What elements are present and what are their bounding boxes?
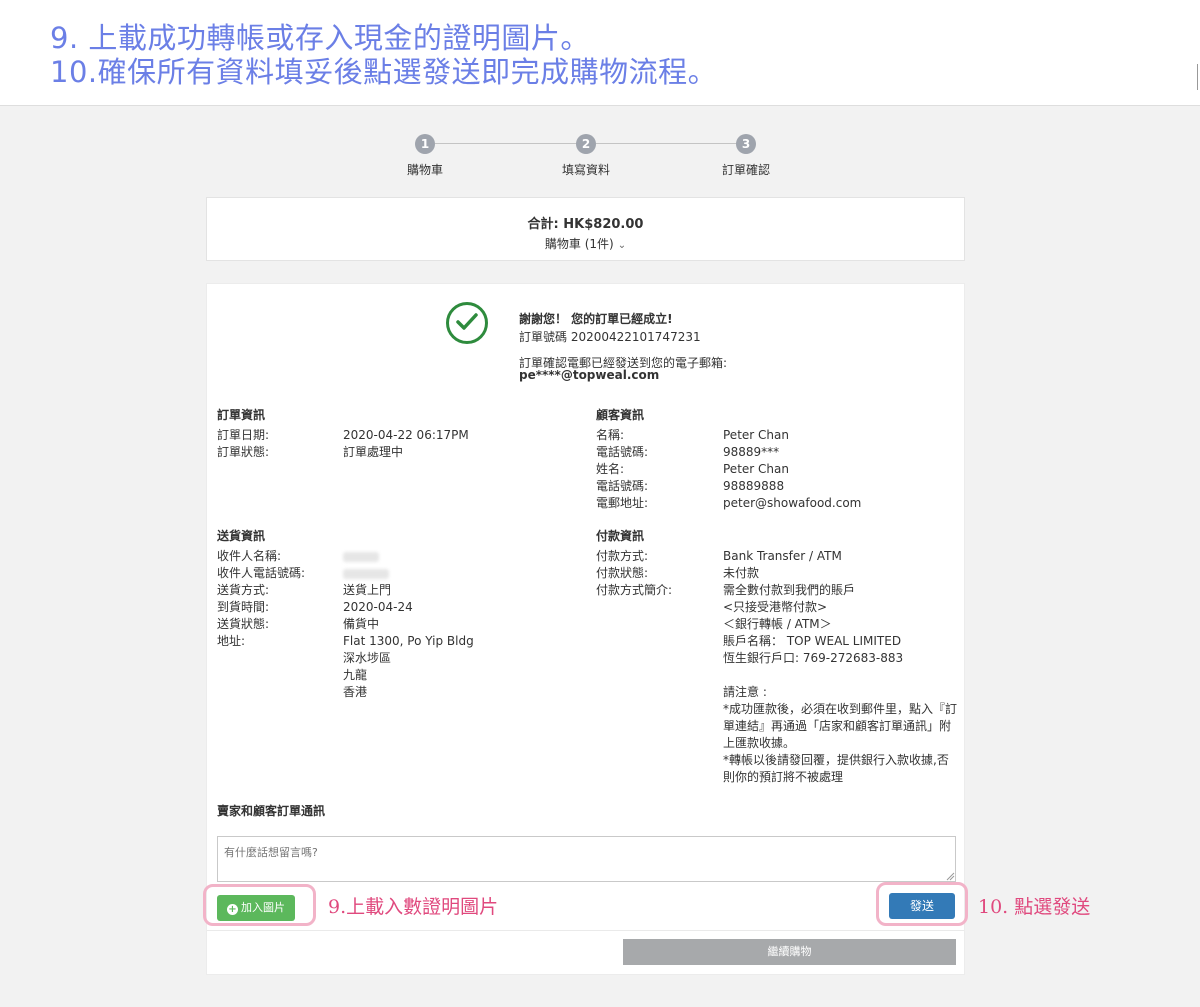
step-number: 3 — [736, 134, 756, 154]
address-line: 香港 — [343, 685, 368, 699]
recipient-name-redacted — [343, 548, 474, 565]
payment-desc-line: ＜銀行轉帳 / ATM＞ — [723, 617, 832, 631]
field-value: Bank Transfer / ATM — [723, 549, 842, 563]
divider — [207, 930, 964, 931]
step-label: 購物車 — [406, 163, 444, 177]
payment-desc-line: 則你的預訂將不被處理 — [723, 770, 844, 784]
field-label: 訂單日期: — [217, 428, 270, 442]
payment-info-values: Bank Transfer / ATM 未付款 需全數付款到我們的賬戶 <只接受… — [723, 548, 959, 786]
field-label: 姓名: — [596, 462, 625, 476]
success-check-icon — [446, 302, 488, 344]
address-line: 深水埗區 — [343, 651, 392, 665]
payment-desc-line: 單連結』再通過「店家和顧客訂單通訊」附 — [723, 719, 952, 733]
continue-shopping-button[interactable]: 繼續購物 — [623, 939, 956, 965]
field-value: 送貨上門 — [343, 583, 392, 597]
payment-desc-line: *成功匯款後，必須在收到郵件里，點入『訂 — [723, 702, 958, 716]
step-label: 訂單確認 — [721, 163, 771, 177]
upload-annotation: 9.上載入數證明圖片 — [328, 896, 499, 918]
field-label: 電話號碼: — [596, 479, 649, 493]
address-line: 九龍 — [343, 668, 368, 682]
field-label: 地址: — [217, 634, 246, 648]
field-value: 未付款 — [723, 566, 760, 580]
field-value: 98889*** — [723, 445, 780, 459]
delivery-info-labels: 收件人名稱: 收件人電話號碼: 送貨方式: 到貨時間: 送貨狀態: 地址: — [217, 548, 337, 650]
resize-grip-icon[interactable] — [945, 871, 955, 881]
field-label: 收件人電話號碼: — [217, 566, 306, 580]
thank-you-message: 謝謝您！ 您的訂單已經成立! — [519, 312, 673, 326]
delivery-info-title: 送貨資訊 — [217, 529, 266, 543]
field-value: Peter Chan — [723, 462, 789, 476]
send-highlight-box — [876, 882, 968, 926]
chevron-down-icon: ⌄ — [617, 240, 627, 251]
step-order-confirm: 3 訂單確認 — [722, 134, 770, 177]
payment-desc-line: 請注意 : — [723, 685, 767, 699]
order-confirmation-card: 謝謝您！ 您的訂單已經成立! 訂單號碼 20200422101747231 訂單… — [206, 283, 965, 975]
order-total: 合計: HK$820.00 — [527, 217, 644, 232]
instruction-banner: 9. 上載成功轉帳或存入現金的證明圖片。 10.確保所有資料填妥後點選發送即完成… — [0, 0, 1200, 106]
field-value: 訂單處理中 — [343, 445, 404, 459]
order-summary-card: 合計: HK$820.00 購物車 (1件) ⌄ — [206, 197, 965, 261]
payment-info-labels: 付款方式: 付款狀態: 付款方式簡介: — [596, 548, 716, 599]
customer-info-title: 顧客資訊 — [596, 408, 645, 422]
recipient-phone-redacted — [343, 565, 474, 582]
customer-info-labels: 名稱: 電話號碼: 姓名: 電話號碼: 電郵地址: — [596, 427, 716, 512]
payment-desc-line: 上匯款收據。 — [723, 736, 796, 750]
field-label: 送貨狀態: — [217, 617, 270, 631]
step-number: 2 — [576, 134, 596, 154]
payment-info-title: 付款資訊 — [596, 529, 645, 543]
order-info-labels: 訂單日期: 訂單狀態: — [217, 427, 337, 461]
field-label: 名稱: — [596, 428, 625, 442]
send-annotation: 10. 點選發送 — [978, 896, 1091, 918]
instruction-line-1: 9. 上載成功轉帳或存入現金的證明圖片。 — [50, 21, 590, 55]
instruction-line-2: 10.確保所有資料填妥後點選發送即完成購物流程。 — [50, 55, 718, 89]
field-label: 到貨時間: — [217, 600, 270, 614]
field-value: 需全數付款到我們的賬戶 — [723, 583, 856, 597]
delivery-info-values: 送貨上門 2020-04-24 備貨中 Flat 1300, Po Yip Bl… — [343, 548, 474, 701]
upload-highlight-box — [203, 884, 316, 926]
field-label: 付款方式: — [596, 549, 649, 563]
step-connector — [596, 143, 737, 144]
field-label: 電郵地址: — [596, 496, 649, 510]
payment-desc-line: 賬戶名稱： TOP WEAL LIMITED — [723, 634, 902, 648]
field-label: 送貨方式: — [217, 583, 270, 597]
field-value: peter@showafood.com — [723, 496, 862, 510]
payment-desc-line — [723, 667, 959, 684]
step-number: 1 — [415, 134, 435, 154]
masked-email: pe****@topweal.com — [519, 368, 660, 382]
field-value: 98889888 — [723, 479, 785, 493]
field-label: 收件人名稱: — [217, 549, 282, 563]
cart-count-label: 購物車 (1件) — [544, 237, 614, 251]
field-label: 付款方式簡介: — [596, 583, 673, 597]
step-label: 填寫資料 — [561, 163, 611, 177]
payment-desc-line: *轉帳以後請發回覆，提供銀行入款收據,否 — [723, 753, 949, 767]
cart-toggle[interactable]: 購物車 (1件) ⌄ — [207, 235, 964, 252]
customer-info-values: Peter Chan 98889*** Peter Chan 98889888 … — [723, 427, 861, 512]
order-info-title: 訂單資訊 — [217, 408, 266, 422]
checkout-progress-steps: 1 購物車 2 填寫資料 3 訂單確認 — [0, 130, 1200, 180]
field-label: 電話號碼: — [596, 445, 649, 459]
field-value: Flat 1300, Po Yip Bldg — [343, 634, 474, 648]
step-connector — [435, 143, 577, 144]
message-input[interactable] — [217, 836, 956, 882]
field-value: 2020-04-22 06:17PM — [343, 428, 469, 442]
field-value: 2020-04-24 — [343, 600, 413, 614]
payment-desc-line: <只接受港幣付款> — [723, 600, 828, 614]
step-cart: 1 購物車 — [407, 134, 443, 177]
payment-desc-line: 恆生銀行戶口: 769-272683-883 — [723, 651, 904, 665]
order-number: 訂單號碼 20200422101747231 — [519, 330, 701, 344]
step-fill-info: 2 填寫資料 — [562, 134, 610, 177]
field-value: 備貨中 — [343, 617, 380, 631]
field-label: 訂單狀態: — [217, 445, 270, 459]
field-value: Peter Chan — [723, 428, 789, 442]
order-info-values: 2020-04-22 06:17PM 訂單處理中 — [343, 427, 469, 461]
communication-title: 賣家和顧客訂單通訊 — [217, 804, 326, 818]
field-label: 付款狀態: — [596, 566, 649, 580]
